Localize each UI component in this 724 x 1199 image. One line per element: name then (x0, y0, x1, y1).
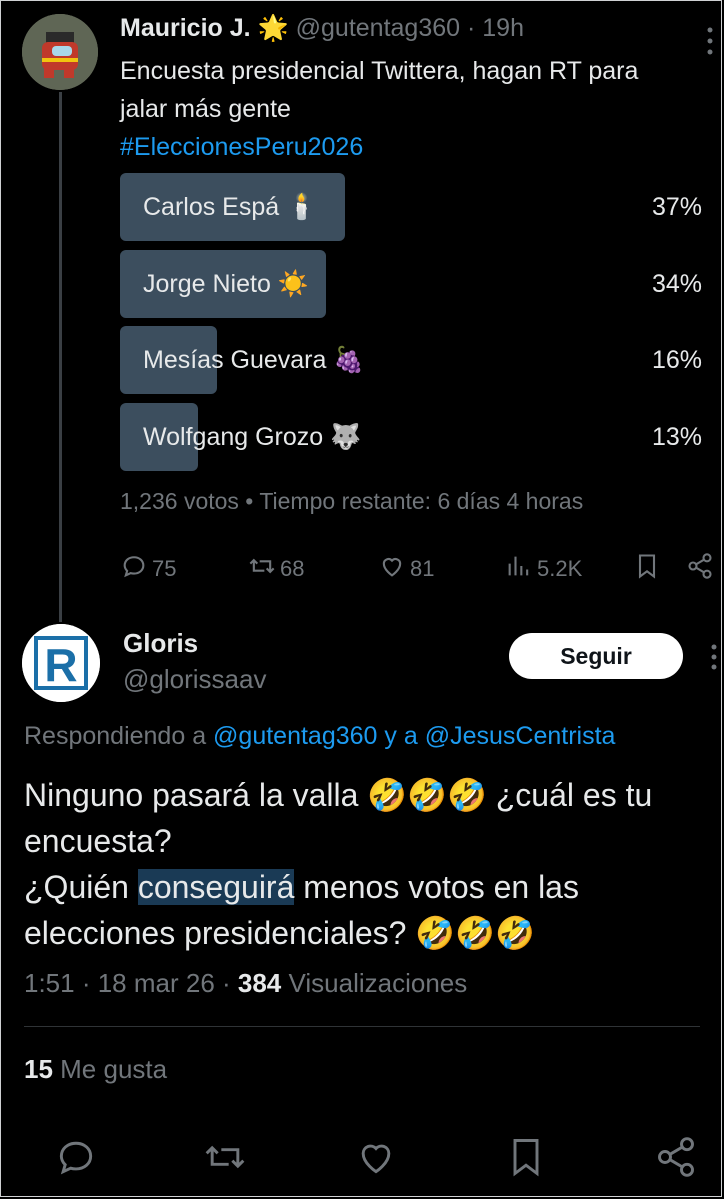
reply-text-paragraph: Ninguno pasará la valla 🤣🤣🤣 ¿cuál es tu … (24, 777, 653, 859)
poll-option-percent: 13% (651, 423, 702, 451)
poll-option-label: Jorge Nieto ☀️ (143, 270, 309, 298)
retweet-button[interactable] (203, 1135, 247, 1179)
author-handle[interactable]: @gutentag360 (296, 14, 460, 42)
bookmark-button[interactable] (504, 1135, 548, 1179)
follow-button[interactable]: Seguir (509, 633, 683, 679)
reply-button[interactable] (54, 1135, 98, 1179)
retweet-icon (205, 1145, 245, 1169)
tweet-text-line: jalar más gente (120, 95, 291, 123)
likes-label: Me gusta (52, 1054, 168, 1084)
views-button[interactable]: 5.2K (505, 552, 582, 586)
replying-and: y a (384, 722, 418, 750)
poll-option: Carlos Espá 🕯️ 37% (120, 173, 704, 241)
reply-icon (120, 552, 148, 586)
avatar-letter: R (44, 639, 77, 691)
views-chart-icon (505, 552, 533, 586)
views-label: Visualizaciones (281, 968, 468, 998)
bookmark-icon (513, 1139, 539, 1177)
like-button[interactable]: 81 (378, 552, 434, 586)
reply-button[interactable]: 75 (120, 552, 176, 586)
share-button[interactable] (654, 1135, 698, 1179)
views-count: 384 (237, 968, 282, 998)
retweet-button[interactable]: 68 (248, 552, 304, 586)
share-icon (686, 552, 714, 586)
poll-option-label: Carlos Espá 🕯️ (143, 193, 318, 221)
poll-meta: 1,236 votos • Tiempo restante: 6 días 4 … (120, 488, 584, 514)
hashtag-link[interactable]: #EleccionesPeru2026 (120, 128, 724, 166)
tweet-text: Encuesta presidencial Twittera, hagan RT… (120, 52, 724, 166)
heart-icon (361, 1144, 391, 1174)
reply-count: 75 (152, 556, 177, 581)
poll-option-label: Mesías Guevara 🍇 (143, 346, 365, 374)
heart-icon (378, 552, 406, 586)
selected-text: conseguirá (137, 869, 295, 905)
tweet-text-line: Encuesta presidencial Twittera, hagan RT… (120, 57, 639, 85)
reply-author-avatar[interactable]: R (22, 624, 100, 702)
poll-option: Mesías Guevara 🍇 16% (120, 326, 704, 394)
poll-option: Wolfgang Grozo 🐺 13% (120, 403, 704, 471)
likes-count: 15 (24, 1054, 53, 1084)
retweet-icon (248, 552, 276, 586)
mention-link[interactable]: @gutentag360 (213, 722, 377, 750)
bookmark-button[interactable] (633, 552, 661, 586)
like-button[interactable] (354, 1135, 398, 1179)
reply-meta: 1:51 · 18 mar 26 · 384 Visualizaciones (24, 968, 467, 999)
reply-text: Ninguno pasará la valla 🤣🤣🤣 ¿cuál es tu … (24, 772, 714, 956)
replying-to: Respondiendo a @gutentag360 y a @JesusCe… (24, 722, 615, 751)
reply-text-paragraph: ¿Quién conseguirá menos votos en las ele… (24, 864, 714, 956)
reply-timestamp[interactable]: 1:51 · 18 mar 26 · (24, 968, 238, 998)
reply-icon (59, 1141, 93, 1175)
mention-link[interactable]: @JesusCentrista (425, 722, 616, 750)
star-badge-icon: 🌟 (257, 14, 289, 42)
reply-author-handle[interactable]: @glorissaav (123, 664, 266, 695)
reply-author-name[interactable]: Gloris (123, 628, 198, 659)
poll-option-percent: 34% (651, 270, 702, 298)
tweet-time[interactable]: 19h (482, 14, 524, 42)
poll-option-label: Wolfgang Grozo 🐺 (143, 423, 362, 451)
poll-option-percent: 16% (651, 346, 702, 374)
divider (24, 1026, 700, 1027)
separator-dot: · (467, 14, 476, 42)
tweet-header: Mauricio J. 🌟 @gutentag360 · 19h (120, 14, 524, 43)
share-button[interactable] (686, 552, 714, 586)
thread-line (59, 92, 62, 622)
like-count: 81 (410, 556, 435, 581)
share-icon (658, 1137, 694, 1177)
more-options-icon[interactable] (710, 644, 718, 670)
likes-summary[interactable]: 15 Me gusta (24, 1054, 167, 1085)
reply-text-segment: ¿Quién (24, 869, 138, 905)
replying-prefix: Respondiendo a (24, 722, 207, 750)
author-name[interactable]: Mauricio J. (120, 14, 251, 42)
retweet-count: 68 (280, 556, 305, 581)
author-avatar[interactable] (22, 14, 98, 90)
bookmark-icon (633, 552, 661, 586)
poll-option-percent: 37% (651, 193, 702, 221)
views-count: 5.2K (537, 556, 583, 581)
poll-option: Jorge Nieto ☀️ 34% (120, 250, 704, 318)
